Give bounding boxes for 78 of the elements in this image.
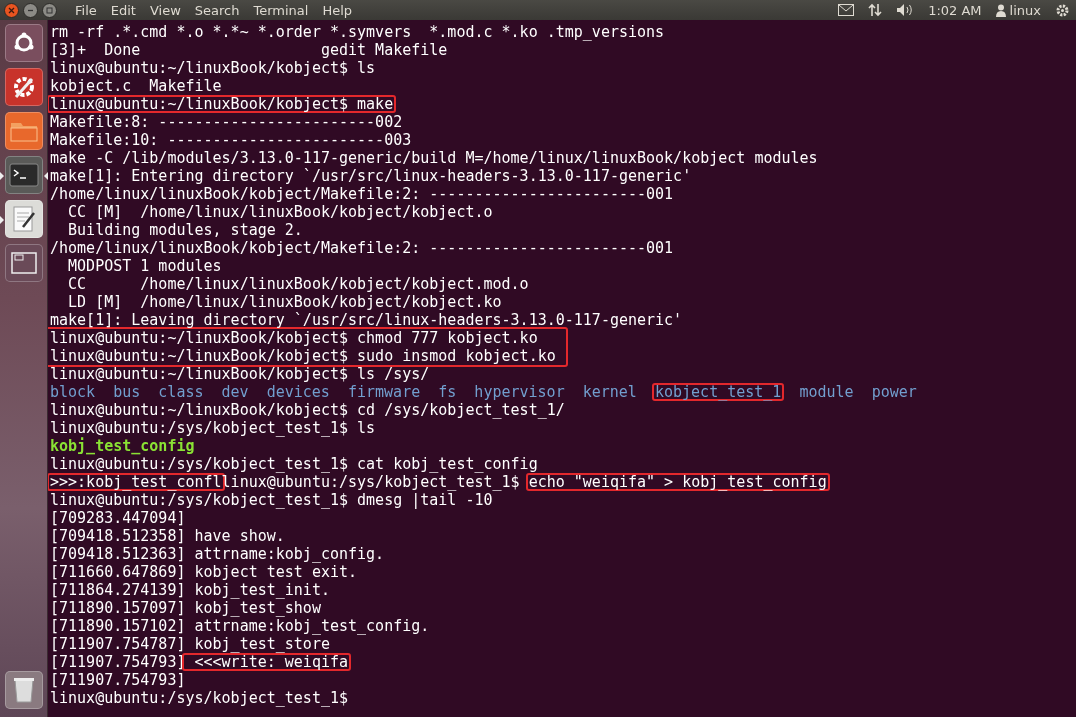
gear-icon[interactable] bbox=[1055, 2, 1070, 18]
terminal-text: make[1]: Leaving directory `/usr/src/linux-headers-3.13.0-117-generic' bbox=[50, 311, 683, 329]
terminal-text: MODPOST 1 modules bbox=[67, 257, 222, 275]
terminal-text: LD [M] /home/linux/linuxBook/kobject/kobject.ko bbox=[67, 293, 502, 311]
terminal-text: kobject.c Makefile bbox=[50, 77, 222, 95]
network-arrows-icon[interactable] bbox=[868, 3, 883, 17]
terminal-text: Makefile:8: ------------------------002 bbox=[50, 113, 403, 131]
directory-name: firmware bbox=[347, 383, 421, 401]
terminal-text: CC /home/linux/linuxBook/kobject/kobject.mod.o bbox=[67, 275, 529, 293]
trash-icon bbox=[11, 676, 36, 704]
launcher-item[interactable] bbox=[4, 156, 43, 194]
terminal-text: linux@ubuntu:/sys/kobject_test_1$ ls bbox=[50, 419, 376, 437]
terminal-text: [711864.274139] kobj_test_init. bbox=[50, 581, 330, 599]
terminal-text: [3]+ Done gedit Makefile bbox=[50, 41, 448, 59]
terminal-text: /home/linux/linuxBook/kobject/Makefile:2: ------------------------001 bbox=[50, 185, 674, 203]
terminal-text: rm -rf .*.cmd *.o *.*~ *.order *.symvers *.mod.c *.ko .tmp_versions bbox=[50, 23, 665, 41]
volume-icon[interactable] bbox=[896, 3, 915, 17]
highlighted-text: echo "weiqifa" > kobj_test_config bbox=[525, 473, 830, 491]
terminal-text: [711660.647869] kobject test exit. bbox=[50, 563, 358, 581]
terminal-text: /home/linux/linuxBook/kobject/Makefile:2: ------------------------001 bbox=[50, 239, 674, 257]
close-button[interactable] bbox=[4, 2, 19, 18]
terminal-text: [711890.157102] attrname:kobj_test_config. bbox=[50, 617, 430, 635]
terminal-text: [711890.157097] kobj_test_show bbox=[50, 599, 321, 617]
highlighted-text: kobject_test_1 bbox=[651, 383, 785, 401]
directory-name: kernel bbox=[582, 383, 637, 401]
launcher-item[interactable] bbox=[4, 68, 43, 106]
launcher-item[interactable] bbox=[4, 244, 43, 282]
highlighted-text: linux@ubuntu:~/linuxBook/kobject$ make bbox=[48, 95, 397, 113]
terminal-text: Makefile:10: ------------------------003 bbox=[50, 131, 412, 149]
menu-item[interactable]: File bbox=[75, 2, 97, 18]
maximize-icon bbox=[46, 6, 53, 14]
launcher-item[interactable] bbox=[4, 24, 43, 62]
directory-name: bus bbox=[113, 383, 141, 401]
directory-name: power bbox=[871, 383, 917, 401]
terminal-text: make[1]: Entering directory `/usr/src/linux-headers-3.13.0-117-generic' bbox=[50, 167, 692, 185]
terminal-text: linux@ubuntu:~/linuxBook/kobject$ sudo insmod kobject.ko bbox=[50, 347, 556, 365]
terminal-text: CC [M] /home/linux/linuxBook/kobject/kobject.o bbox=[67, 203, 493, 221]
terminal-text: linux@ubuntu:/sys/kobject_test_1$ cat kobj_test_config bbox=[50, 455, 538, 473]
user-icon[interactable] bbox=[995, 3, 1006, 17]
workspace-switcher-icon bbox=[10, 252, 37, 274]
terminal-text: [711907.754793] bbox=[50, 671, 186, 689]
terminal-text: linux@ubuntu:~/linuxBook/kobject$ ls /sys/ bbox=[50, 365, 430, 383]
user-name[interactable]: linux bbox=[1009, 2, 1041, 18]
directory-name: fs bbox=[438, 383, 457, 401]
terminal-text: linux@ubuntu:~/linuxBook/kobject$ cd /sys/kobject_test_1/ bbox=[50, 401, 565, 419]
terminal-icon bbox=[8, 163, 39, 187]
menu-item[interactable]: Terminal bbox=[253, 2, 309, 18]
directory-name: devices bbox=[266, 383, 330, 401]
terminal-text: linux@ubuntu:/sys/kobject_test_1$ bbox=[50, 689, 348, 707]
directory-name: hypervisor bbox=[474, 383, 565, 401]
terminal-text: linux@ubuntu:~/linuxBook/kobject$ ls bbox=[50, 59, 376, 77]
terminal-text: [709418.512358] have show. bbox=[50, 527, 285, 545]
launcher-item[interactable] bbox=[4, 200, 43, 238]
terminal-text: linux@ubuntu:~/linuxBook/kobject$ chmod 777 kobject.ko bbox=[50, 329, 538, 347]
terminal-text: make -C /lib/modules/3.13.0-117-generic/build M=/home/linux/linuxBook/kobject modules bbox=[50, 149, 818, 167]
menu-item[interactable]: Edit bbox=[110, 2, 136, 18]
clock[interactable]: 1:02 AM bbox=[928, 2, 982, 18]
terminal-text: [709283.447094] bbox=[50, 509, 186, 527]
maximize-button[interactable] bbox=[42, 2, 57, 18]
mail-icon[interactable] bbox=[838, 4, 855, 16]
file-name: kobj_test_config bbox=[50, 437, 195, 455]
launcher-item[interactable] bbox=[4, 112, 43, 150]
terminal-text: [709418.512363] attrname:kobj_config. bbox=[50, 545, 385, 563]
menu-item[interactable]: Help bbox=[322, 2, 353, 18]
terminal-text: linux@ubuntu:/sys/kobject_test_1$ dmesg |tail -10 bbox=[50, 491, 493, 509]
minimize-button[interactable] bbox=[23, 2, 38, 18]
menu-item[interactable]: Search bbox=[194, 2, 240, 18]
directory-name: class bbox=[158, 383, 204, 401]
menu-item[interactable]: View bbox=[149, 2, 181, 18]
directory-name: block bbox=[50, 383, 96, 401]
terminal-text: [711907.754787] kobj_test_store bbox=[50, 635, 330, 653]
close-icon bbox=[8, 6, 15, 14]
launcher-item[interactable] bbox=[4, 671, 43, 709]
terminal-text: Building modules, stage 2. bbox=[67, 221, 303, 239]
text-editor-icon bbox=[10, 205, 37, 233]
highlighted-text: <<<write: weiqifa bbox=[182, 653, 352, 671]
directory-name: dev bbox=[221, 383, 249, 401]
directory-name: module bbox=[799, 383, 854, 401]
